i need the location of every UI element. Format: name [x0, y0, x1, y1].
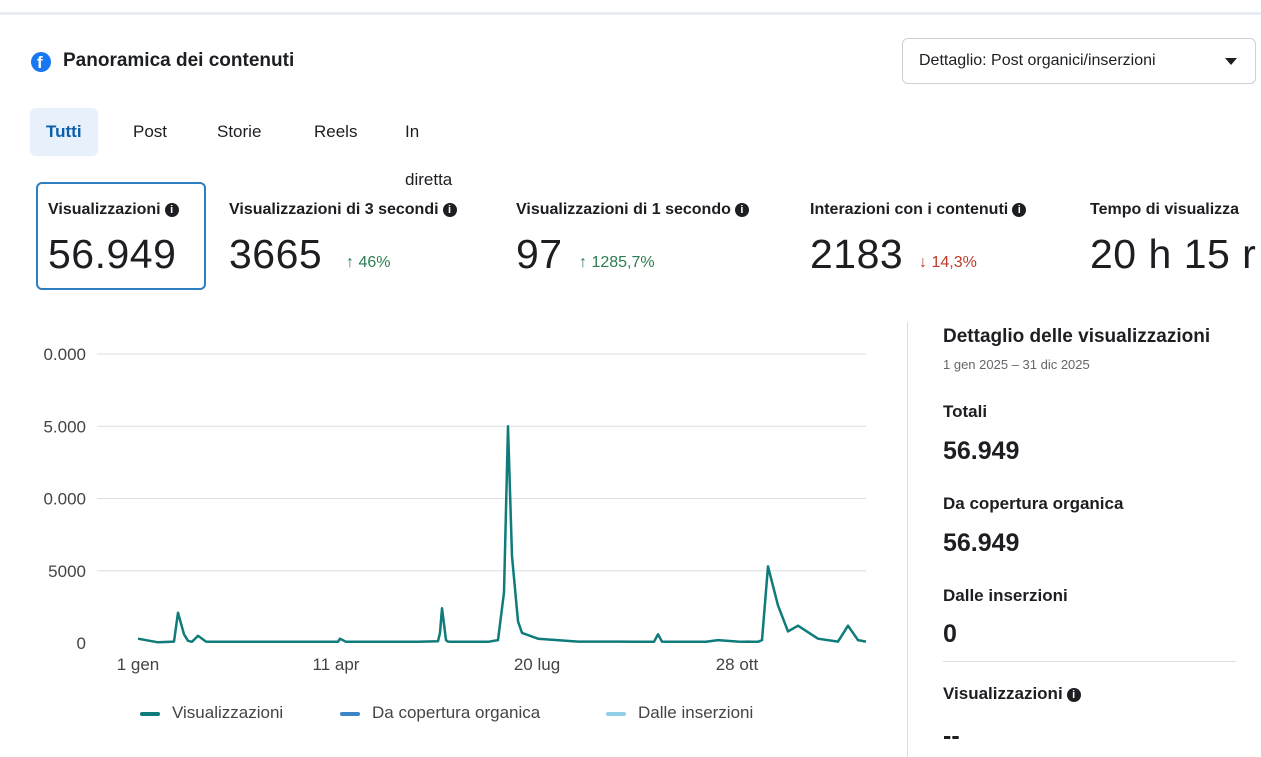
metric-label: Visualizzazioni di 3 secondi	[229, 201, 439, 218]
caret-down-icon	[1225, 58, 1237, 65]
totals-value: 56.949	[943, 437, 1020, 465]
info-icon[interactable]: i	[1012, 203, 1027, 217]
breakdown-dropdown[interactable]: Dettaglio: Post organici/inserzioni	[902, 38, 1256, 84]
views-section-label: Visualizzazioni i	[943, 684, 1081, 704]
y-tick-label: 5000	[48, 562, 86, 581]
info-icon[interactable]: i	[442, 203, 457, 217]
date-range: 1 gen 2025 – 31 dic 2025	[943, 357, 1090, 372]
legend-swatch	[340, 712, 360, 716]
x-tick-label: 11 apr	[313, 655, 360, 674]
metric-label: Interazioni con i contenuti	[810, 201, 1009, 218]
totals-label: Totali	[943, 402, 988, 421]
metric-label: Visualizzazioni di 1 secondo	[516, 201, 731, 218]
ads-label: Dalle inserzioni	[943, 586, 1068, 605]
x-tick-label: 1 gen	[117, 655, 160, 674]
tab-in-diretta[interactable]: In diretta	[405, 108, 452, 189]
legend-swatch	[140, 712, 160, 716]
page-title: Panoramica dei contenuti	[63, 50, 295, 71]
tab-storie[interactable]: Storie	[217, 108, 261, 156]
metric-change: ↑ 46%	[346, 254, 391, 271]
organic-label: Da copertura organica	[943, 494, 1124, 513]
sidebar-divider	[907, 322, 908, 757]
top-divider	[0, 12, 1261, 15]
legend-swatch	[606, 712, 626, 716]
y-tick-label: 0	[77, 634, 86, 653]
series-line-visualizzazioni	[137, 425, 867, 644]
metric-change: ↓ 14,3%	[919, 254, 977, 271]
x-tick-label: 28 ott	[716, 655, 759, 674]
metric-value: 56.949	[48, 231, 177, 277]
info-icon[interactable]: i	[164, 203, 179, 217]
facebook-icon: f	[31, 52, 51, 72]
breakdown-dropdown-label: Dettaglio: Post organici/inserzioni	[919, 52, 1156, 69]
x-tick-label: 20 lug	[514, 655, 560, 674]
metric-label: Visualizzazioni	[48, 201, 161, 218]
metric-value: 20 h 15 r	[1090, 231, 1257, 277]
metric-label: Tempo di visualizza	[1090, 201, 1240, 218]
y-tick-label: 5.000	[43, 417, 86, 436]
organic-value: 56.949	[943, 529, 1020, 557]
info-icon[interactable]: i	[734, 203, 749, 217]
metric-change: ↑ 1285,7%	[579, 254, 655, 271]
y-tick-label: 0.000	[43, 490, 86, 509]
breakdown-title: Dettaglio delle visualizzazioni	[943, 326, 1211, 347]
views-section-value: --	[943, 722, 960, 750]
metric-value: 2183	[810, 231, 904, 277]
metric-tempo-visualizzazione[interactable]: Tempo di visualizza 20 h 15 r	[1090, 183, 1261, 289]
metric-value: 97	[516, 231, 563, 277]
tab-reels[interactable]: Reels	[314, 108, 357, 156]
metric-value: 3665	[229, 231, 323, 277]
legend-label: Dalle inserzioni	[638, 703, 754, 722]
legend-label: Da copertura organica	[372, 703, 541, 722]
sidebar-separator	[943, 661, 1236, 662]
views-line-chart: 0 5000 0.000 5.000 0.000 1 gen 11 apr 20 lug 28…	[43, 345, 867, 674]
y-tick-label: 0.000	[43, 345, 86, 364]
legend-label: Visualizzazioni	[172, 703, 284, 722]
info-icon[interactable]: i	[1066, 688, 1081, 702]
tab-tutti[interactable]: Tutti	[30, 108, 98, 156]
tab-post[interactable]: Post	[133, 108, 167, 156]
ads-value: 0	[943, 620, 957, 648]
